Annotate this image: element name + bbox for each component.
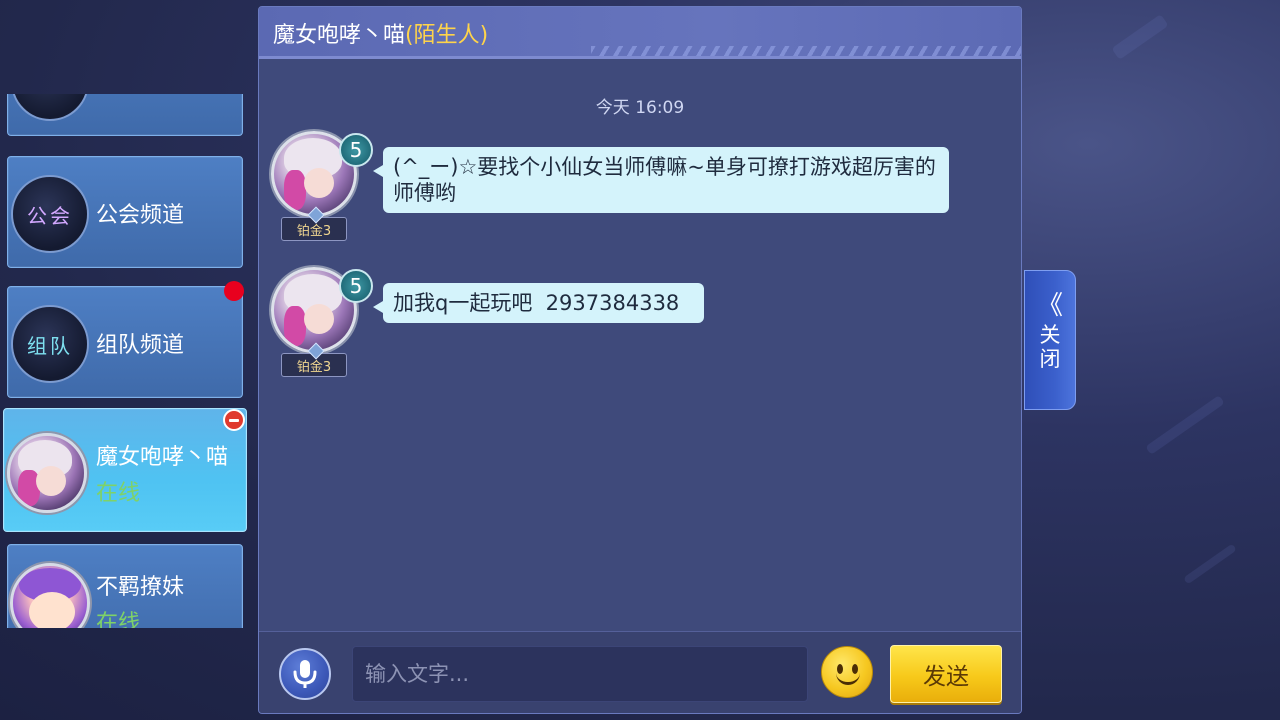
team-badge-text: 组队 <box>27 333 73 358</box>
voice-input-button[interactable] <box>279 648 331 700</box>
smiley-mouth <box>836 673 860 685</box>
channel-icon <box>11 94 89 121</box>
friend-status: 在线 <box>96 481 141 506</box>
team-channel-icon: 组队 <box>11 305 89 383</box>
chat-header: 魔女咆哮丶喵(陌生人) <box>259 7 1021 59</box>
input-bar: 发送 <box>259 631 1021 713</box>
remove-friend-icon[interactable] <box>223 409 245 431</box>
friend-status: 在线 <box>96 611 141 628</box>
chat-title: 魔女咆哮丶喵(陌生人) <box>273 17 488 49</box>
send-button[interactable]: 发送 <box>890 645 1002 703</box>
message-bubble: 加我q一起玩吧 2937384338 <box>373 283 704 323</box>
double-chevron-left-icon: 《 <box>1036 291 1063 321</box>
header-decoration <box>591 46 1021 56</box>
channel-item-team[interactable]: 组队 组队频道 <box>7 286 243 398</box>
chat-contact-name: 魔女咆哮丶喵 <box>273 23 406 48</box>
close-label: 关闭 <box>1039 323 1061 371</box>
background-decoration <box>1111 14 1169 60</box>
avatar <box>10 563 90 628</box>
friend-name: 魔女咆哮丶喵 <box>96 445 229 470</box>
rank-tag: 铂金3 <box>281 353 347 377</box>
emoji-button[interactable] <box>821 646 873 698</box>
close-panel-button[interactable]: 《 关闭 <box>1024 270 1076 410</box>
level-badge: 5 <box>339 133 373 167</box>
chat-panel: 魔女咆哮丶喵(陌生人) 今天 16:09 5 铂金3 (^_ー)☆要找个小仙女当… <box>258 6 1022 714</box>
channel-label: 组队频道 <box>96 333 185 358</box>
channel-item-partial[interactable] <box>7 94 243 136</box>
background-decoration <box>1145 395 1225 455</box>
microphone-icon <box>293 660 317 688</box>
channel-label: 公会频道 <box>96 203 185 228</box>
guild-channel-icon: 公会 <box>11 175 89 253</box>
guild-badge-text: 公会 <box>27 203 73 228</box>
avatar <box>7 433 87 513</box>
friend-name: 不羁撩妹 <box>96 575 185 600</box>
stranger-tag: (陌生人) <box>405 23 489 48</box>
message-bubble: (^_ー)☆要找个小仙女当师傅嘛~单身可撩打游戏超厉害的师傅哟 <box>373 147 949 213</box>
message-input[interactable] <box>352 646 808 702</box>
notification-dot <box>224 281 244 301</box>
channel-list[interactable]: 公会 公会频道 组队 组队频道 魔女咆哮丶喵 在线 不羁撩妹 在线 <box>0 94 250 628</box>
friend-item[interactable]: 不羁撩妹 在线 <box>7 544 243 628</box>
rank-tag: 铂金3 <box>281 217 347 241</box>
background-decoration <box>1183 543 1237 585</box>
channel-item-guild[interactable]: 公会 公会频道 <box>7 156 243 268</box>
friend-item-selected[interactable]: 魔女咆哮丶喵 在线 <box>3 408 247 532</box>
message-timestamp: 今天 16:09 <box>595 98 685 118</box>
level-badge: 5 <box>339 269 373 303</box>
